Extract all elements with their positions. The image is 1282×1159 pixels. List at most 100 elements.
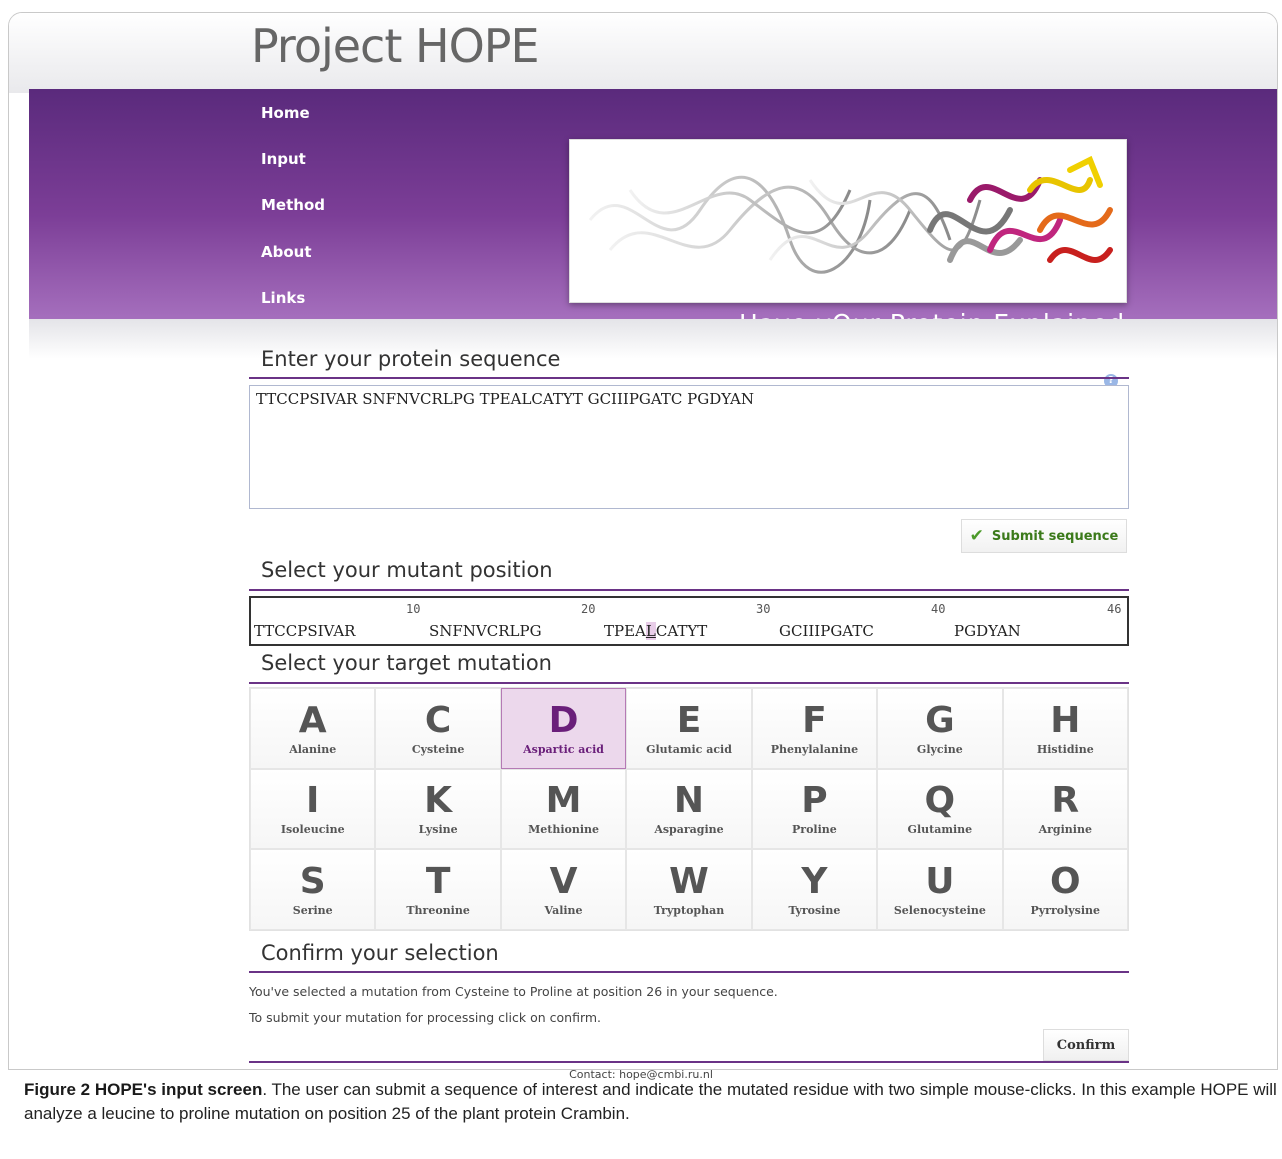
header-banner: Home Input Method About Links ? — [29, 89, 1277, 389]
check-icon: ✔ — [969, 526, 984, 546]
amino-acid-name: Glutamic acid — [646, 742, 732, 756]
content-background — [29, 319, 1277, 359]
amino-acid-letter: M — [545, 780, 582, 822]
amino-acid-option[interactable]: O Pyrrolysine — [1002, 849, 1128, 930]
sequence-position-selector[interactable]: 10 20 30 40 46 TTCCPSIVAR SNFNVCRLPG TPE… — [249, 596, 1129, 646]
amino-acid-grid: A Alanine C Cysteine D Aspartic acid E Glutamic… — [249, 687, 1129, 931]
residue-run[interactable]: CATYT — [656, 622, 707, 640]
amino-acid-letter: A — [298, 699, 327, 741]
amino-acid-letter: H — [1050, 699, 1081, 741]
residue-run[interactable]: TPEA — [604, 622, 646, 640]
amino-acid-letter: S — [299, 861, 326, 903]
amino-acid-option[interactable]: T Threonine — [375, 849, 501, 930]
amino-acid-option[interactable]: G Glycine — [877, 688, 1003, 769]
sequence-chunk[interactable]: TTCCPSIVAR — [254, 622, 355, 640]
amino-acid-option[interactable]: P Proline — [751, 768, 878, 850]
protein-structure-image — [569, 139, 1127, 303]
confirm-button[interactable]: Confirm — [1043, 1029, 1129, 1061]
submit-sequence-label: Submit sequence — [991, 528, 1119, 544]
amino-acid-letter: E — [676, 699, 702, 741]
amino-acid-option[interactable]: W Tryptophan — [626, 849, 752, 930]
site-title[interactable]: Project HOPE — [251, 19, 540, 73]
confirm-section-title: Confirm your selection — [261, 941, 499, 965]
confirm-instructions: To submit your mutation for processing c… — [249, 1010, 602, 1025]
position-tick: 40 — [931, 602, 946, 616]
amino-acid-name: Glutamine — [907, 823, 973, 837]
amino-acid-option[interactable]: E Glutamic acid — [626, 688, 752, 769]
amino-acid-name: Histidine — [1036, 742, 1094, 756]
mutation-section-title: Select your target mutation — [261, 651, 552, 675]
amino-acid-letter: I — [306, 780, 320, 822]
amino-acid-name: Lysine — [418, 823, 458, 837]
amino-acid-option[interactable]: K Lysine — [375, 768, 501, 850]
nav-input[interactable]: Input — [261, 150, 461, 168]
section-divider — [249, 1061, 1129, 1063]
amino-acid-option[interactable]: R Arginine — [1002, 768, 1128, 850]
amino-acid-option[interactable]: I Isoleucine — [250, 768, 376, 850]
amino-acid-option[interactable]: A Alanine — [250, 688, 376, 769]
amino-acid-name: Selenocysteine — [893, 904, 986, 918]
amino-acid-name: Glycine — [916, 742, 963, 756]
amino-acid-option[interactable]: D Aspartic acid — [500, 688, 627, 769]
amino-acid-name: Valine — [544, 904, 583, 918]
sequence-textarea[interactable]: TTCCPSIVAR SNFNVCRLPG TPEALCATYT GCIIIPG… — [249, 385, 1129, 509]
amino-acid-option[interactable]: M Methionine — [500, 768, 627, 850]
amino-acid-option[interactable]: V Valine — [500, 849, 627, 930]
amino-acid-option[interactable]: N Asparagine — [626, 768, 752, 850]
amino-acid-letter: C — [424, 699, 452, 741]
amino-acid-name: Tryptophan — [653, 904, 725, 918]
header-background — [9, 13, 1277, 93]
submit-sequence-button[interactable]: ✔ Submit sequence — [961, 519, 1127, 553]
amino-acid-letter: N — [673, 780, 705, 822]
amino-acid-name: Alanine — [289, 742, 337, 756]
amino-acid-letter: V — [549, 861, 578, 903]
amino-acid-name: Cysteine — [411, 742, 465, 756]
nav-about[interactable]: About — [261, 243, 461, 261]
position-tick: 20 — [581, 602, 596, 616]
position-tick: 10 — [406, 602, 421, 616]
nav-links[interactable]: Links — [261, 289, 461, 307]
position-tick: 30 — [756, 602, 771, 616]
amino-acid-letter: W — [669, 861, 709, 903]
sequence-chunk[interactable]: GCIIIPGATC — [779, 622, 874, 640]
selection-summary: You've selected a mutation from Cysteine… — [249, 984, 778, 999]
amino-acid-option[interactable]: F Phenylalanine — [751, 688, 878, 769]
amino-acid-letter: T — [425, 861, 451, 903]
amino-acid-name: Methionine — [528, 823, 600, 837]
amino-acid-option[interactable]: Y Tyrosine — [751, 849, 878, 930]
amino-acid-letter: U — [925, 861, 955, 903]
nav-method[interactable]: Method — [261, 196, 461, 214]
sequence-chunk-selected[interactable]: TPEALCATYT — [604, 622, 707, 640]
amino-acid-option[interactable]: H Histidine — [1002, 688, 1128, 769]
amino-acid-letter: Q — [924, 780, 956, 822]
amino-acid-letter: R — [1051, 780, 1080, 822]
figure-caption: Figure 2 HOPE's input screen. The user c… — [24, 1078, 1278, 1126]
nav-home[interactable]: Home — [261, 104, 461, 122]
sequence-chunk[interactable]: PGDYAN — [954, 622, 1021, 640]
amino-acid-letter: O — [1049, 861, 1081, 903]
amino-acid-letter: Y — [801, 861, 828, 903]
section-divider — [249, 377, 1129, 379]
amino-acid-name: Aspartic acid — [523, 742, 604, 756]
caption-title: Figure 2 HOPE's input screen — [24, 1080, 263, 1099]
selected-residue[interactable]: L — [645, 622, 656, 640]
amino-acid-letter: D — [548, 699, 579, 741]
amino-acid-name: Pyrrolysine — [1030, 904, 1101, 918]
sequence-chunk[interactable]: SNFNVCRLPG — [429, 622, 542, 640]
amino-acid-name: Isoleucine — [280, 823, 345, 837]
amino-acid-name: Threonine — [406, 904, 470, 918]
amino-acid-name: Asparagine — [654, 823, 724, 837]
browser-frame: Project HOPE Home Input Method About Lin… — [8, 12, 1278, 1070]
position-section-title: Select your mutant position — [261, 558, 553, 582]
amino-acid-letter: G — [925, 699, 955, 741]
amino-acid-letter: K — [424, 780, 453, 822]
amino-acid-name: Serine — [292, 904, 333, 918]
section-divider — [249, 971, 1129, 973]
amino-acid-option[interactable]: S Serine — [250, 849, 376, 930]
sequence-section-title: Enter your protein sequence — [261, 347, 561, 371]
amino-acid-name: Arginine — [1038, 823, 1092, 837]
amino-acid-option[interactable]: U Selenocysteine — [877, 849, 1003, 930]
amino-acid-option[interactable]: C Cysteine — [375, 688, 501, 769]
amino-acid-name: Tyrosine — [788, 904, 841, 918]
amino-acid-option[interactable]: Q Glutamine — [877, 768, 1003, 850]
